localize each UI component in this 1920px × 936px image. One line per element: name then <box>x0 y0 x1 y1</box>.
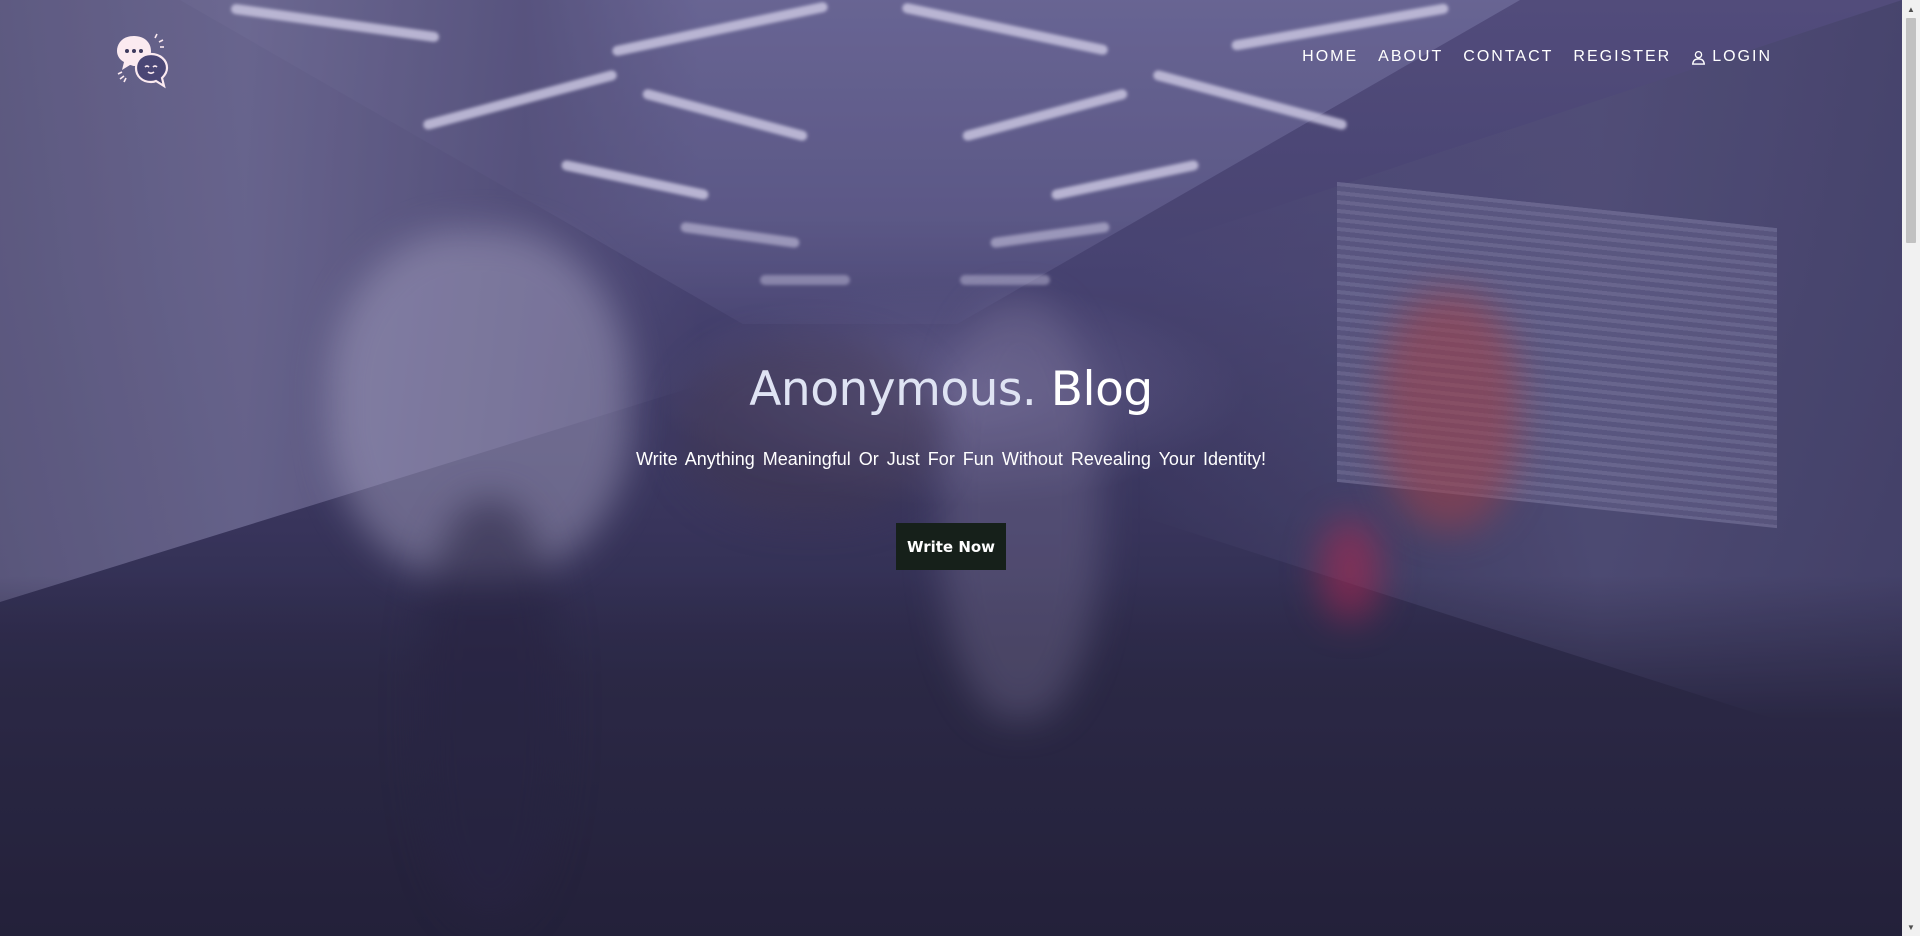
nav-register-link[interactable]: REGISTER <box>1573 48 1671 66</box>
nav-login-link[interactable]: LOGIN <box>1691 48 1772 66</box>
nav-home-label: HOME <box>1302 48 1359 65</box>
scroll-thumb[interactable] <box>1906 18 1916 243</box>
hero-section: Anonymous. Blog Write Anything Meaningfu… <box>0 0 1902 936</box>
scroll-down-arrow-icon[interactable]: ▼ <box>1902 918 1920 936</box>
nav-about-label: ABOUT <box>1378 48 1444 65</box>
nav-contact-label: CONTACT <box>1463 48 1554 65</box>
main-nav: HOME ABOUT CONTACT REGISTER LOGIN <box>1302 48 1772 66</box>
nav-contact-link[interactable]: CONTACT <box>1463 48 1553 66</box>
nav-about-link[interactable]: ABOUT <box>1378 48 1443 66</box>
nav-login-label: LOGIN <box>1712 48 1772 65</box>
hero-title: Anonymous. Blog <box>0 362 1902 417</box>
nav-home-link[interactable]: HOME <box>1302 48 1358 66</box>
scroll-up-arrow-icon[interactable]: ▲ <box>1902 0 1920 18</box>
page-scrollbar[interactable]: ▲ ▼ <box>1902 0 1920 936</box>
site-logo[interactable] <box>114 32 172 90</box>
nav-register-label: REGISTER <box>1573 48 1672 65</box>
hero-title-brand: Anonymous. <box>749 362 1037 417</box>
chat-bubbles-icon <box>117 33 169 89</box>
site-header: HOME ABOUT CONTACT REGISTER LOGIN <box>0 0 1902 120</box>
write-now-button[interactable]: Write Now <box>896 523 1006 570</box>
hero-subtitle: Write Anything Meaningful Or Just For Fu… <box>636 449 1266 469</box>
hero-title-rest: Blog <box>1050 362 1153 417</box>
user-icon <box>1692 50 1706 65</box>
